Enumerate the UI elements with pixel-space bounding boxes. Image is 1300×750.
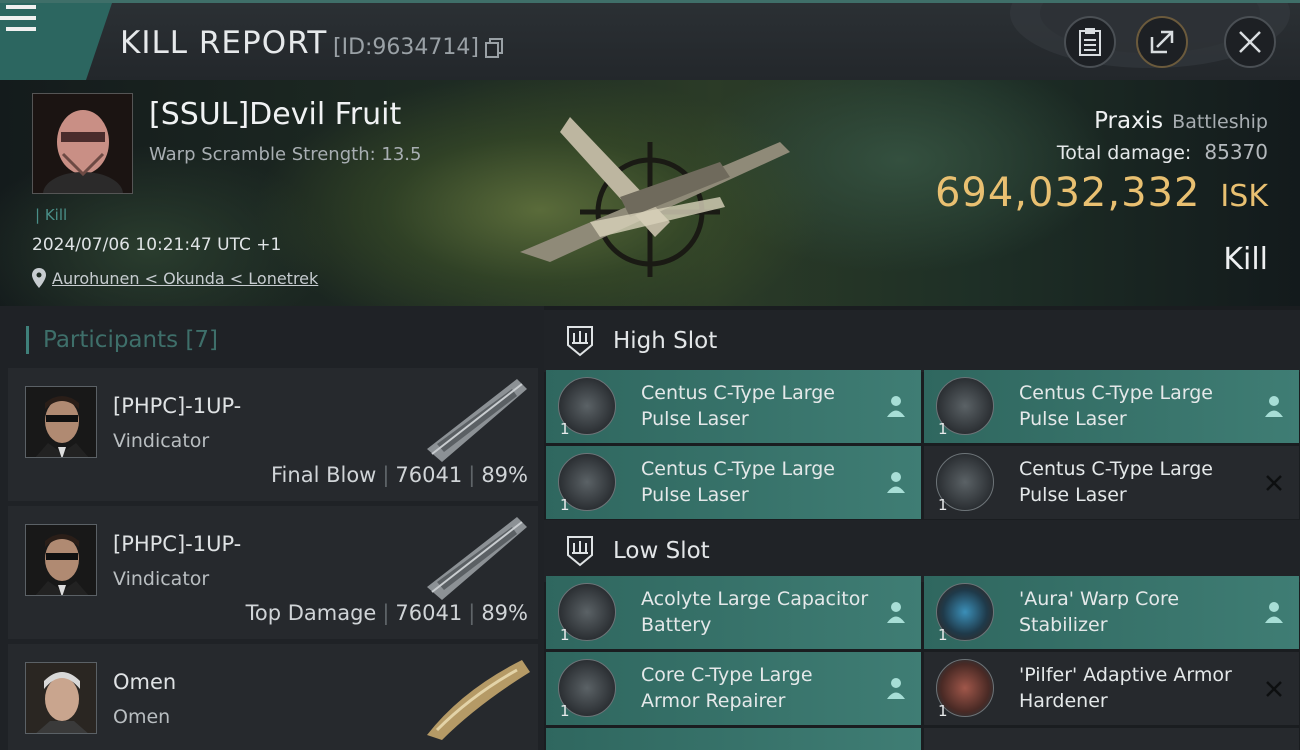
- report-button[interactable]: [1064, 16, 1116, 68]
- participant-percent: 89%: [481, 601, 528, 625]
- module-item[interactable]: [546, 728, 921, 750]
- module-name: Centus C-Type Large Pulse Laser: [1019, 382, 1213, 430]
- share-icon: [1150, 30, 1174, 54]
- close-icon: [1239, 31, 1261, 53]
- fitting-panel: High Slot 1 Centus C-Type Large Pulse La…: [544, 306, 1300, 750]
- victim-name: [SSUL]Devil Fruit: [149, 97, 402, 132]
- location-row[interactable]: Aurohunen < Okunda < Lonetrek: [32, 266, 318, 290]
- dropped-person-icon: [887, 472, 905, 493]
- destroyed-x-icon: [1266, 681, 1282, 697]
- kill-timestamp: 2024/07/06 10:21:47 UTC +1: [32, 235, 282, 255]
- module-quantity: 1: [560, 420, 570, 438]
- total-damage-value: 85370: [1204, 140, 1268, 164]
- module-quantity: 1: [938, 702, 948, 720]
- participant-stats: Final Blow | 76041 | 89%: [271, 463, 528, 487]
- module-quantity: 1: [938, 626, 948, 644]
- low-slot-label: Low Slot: [613, 538, 710, 564]
- module-item[interactable]: 1 Acolyte Large Capacitor Battery: [546, 576, 921, 649]
- participant-ship: Vindicator: [113, 568, 210, 590]
- participant-damage: 76041: [395, 463, 463, 487]
- dropped-person-icon: [1265, 396, 1283, 417]
- participant-name: [PHPC]-1UP-: [113, 532, 242, 556]
- module-item[interactable]: 1 Centus C-Type Large Pulse Laser: [924, 446, 1299, 519]
- kill-id: [ID:9634714]: [333, 35, 479, 60]
- dropped-person-icon: [887, 678, 905, 699]
- participants-panel: Participants [7] [PHPC]-1UP- Vindicator …: [0, 306, 544, 750]
- isk-value-line: 694,032,332 ISK: [935, 170, 1268, 216]
- page-title: KILL REPORT: [120, 25, 328, 61]
- low-slot-icon: [567, 536, 593, 567]
- module-name: 'Pilfer' Adaptive Armor Hardener: [1019, 664, 1232, 712]
- module-name: Core C-Type Large Armor Repairer: [641, 664, 813, 712]
- total-damage-label: Total damage:: [1056, 142, 1192, 164]
- module-quantity: 1: [938, 420, 948, 438]
- participant-damage: 76041: [395, 601, 463, 625]
- module-item[interactable]: 1 Centus C-Type Large Pulse Laser: [924, 370, 1299, 443]
- module-item[interactable]: 1 Centus C-Type Large Pulse Laser: [546, 446, 921, 519]
- participant-role: Top Damage: [245, 601, 377, 625]
- module-quantity: 1: [560, 496, 570, 514]
- victim-ship-image[interactable]: [520, 102, 790, 287]
- participant-avatar[interactable]: [25, 662, 97, 734]
- close-button[interactable]: [1224, 16, 1276, 68]
- participant-percent: 89%: [481, 463, 528, 487]
- victim-banner: [SSUL]Devil Fruit Warp Scramble Strength…: [0, 80, 1300, 306]
- kill-type-label: Kill: [44, 206, 68, 224]
- participant-stats: Top Damage | 76041 | 89%: [245, 601, 528, 625]
- module-item[interactable]: 1 'Aura' Warp Core Stabilizer: [924, 576, 1299, 649]
- dropped-person-icon: [1265, 602, 1283, 623]
- victim-ship-class: Battleship: [1172, 111, 1268, 133]
- warp-scramble-strength: Warp Scramble Strength: 13.5: [149, 144, 422, 165]
- participant-ship-image: [427, 517, 527, 600]
- victim-ship-line: Praxis Battleship: [1094, 108, 1268, 134]
- isk-value: 694,032,332: [934, 170, 1201, 216]
- destroyed-x-icon: [1266, 475, 1282, 491]
- participant-avatar[interactable]: [25, 386, 97, 458]
- kill-type-tag: | Kill: [35, 206, 68, 224]
- module-item[interactable]: [924, 728, 1299, 750]
- header-bar: KILL REPORT [ID:9634714]: [0, 0, 1300, 83]
- participant-ship-image: [427, 379, 527, 462]
- isk-unit: ISK: [1220, 179, 1268, 214]
- participant-role: Final Blow: [271, 463, 377, 487]
- low-slot-header: Low Slot: [544, 520, 1300, 582]
- module-name: Centus C-Type Large Pulse Laser: [1019, 458, 1213, 506]
- module-name: 'Aura' Warp Core Stabilizer: [1019, 588, 1180, 636]
- total-damage-line: Total damage: 85370: [1057, 140, 1268, 164]
- dropped-person-icon: [887, 396, 905, 417]
- module-name: Centus C-Type Large Pulse Laser: [641, 458, 835, 506]
- module-item[interactable]: 1 'Pilfer' Adaptive Armor Hardener: [924, 652, 1299, 725]
- participant-ship: Omen: [113, 706, 171, 728]
- menu-button[interactable]: [0, 3, 112, 83]
- participant-avatar[interactable]: [25, 524, 97, 596]
- copy-icon[interactable]: [485, 38, 503, 58]
- share-button[interactable]: [1136, 16, 1188, 68]
- high-slot-header: High Slot: [544, 310, 1300, 372]
- high-slot-label: High Slot: [613, 328, 718, 354]
- module-quantity: 1: [560, 626, 570, 644]
- participant-card[interactable]: Omen Omen: [8, 644, 538, 750]
- module-name: Centus C-Type Large Pulse Laser: [641, 382, 835, 430]
- participant-ship-image: [427, 660, 530, 740]
- hamburger-icon: [0, 5, 36, 31]
- kill-result: Kill: [1223, 242, 1268, 277]
- location-pin-icon: [32, 268, 46, 288]
- victim-ship-name[interactable]: Praxis: [1094, 108, 1163, 134]
- participant-name: [PHPC]-1UP-: [113, 394, 242, 418]
- module-item[interactable]: 1 Centus C-Type Large Pulse Laser: [546, 370, 921, 443]
- module-quantity: 1: [938, 496, 948, 514]
- high-slot-icon: [567, 326, 593, 357]
- participant-name: Omen: [113, 670, 177, 694]
- module-quantity: 1: [560, 702, 570, 720]
- participants-title: Participants [7]: [26, 326, 218, 354]
- module-name: Acolyte Large Capacitor Battery: [641, 588, 869, 636]
- dropped-person-icon: [887, 602, 905, 623]
- participant-ship: Vindicator: [113, 430, 210, 452]
- module-item[interactable]: 1 Core C-Type Large Armor Repairer: [546, 652, 921, 725]
- clipboard-icon: [1079, 28, 1101, 56]
- location-link[interactable]: Aurohunen < Okunda < Lonetrek: [52, 269, 318, 288]
- victim-portrait[interactable]: [32, 93, 133, 194]
- participant-card[interactable]: [PHPC]-1UP- Vindicator Top Damage | 76041 |…: [8, 506, 538, 639]
- participant-card[interactable]: [PHPC]-1UP- Vindicator Final Blow | 76041 |…: [8, 368, 538, 501]
